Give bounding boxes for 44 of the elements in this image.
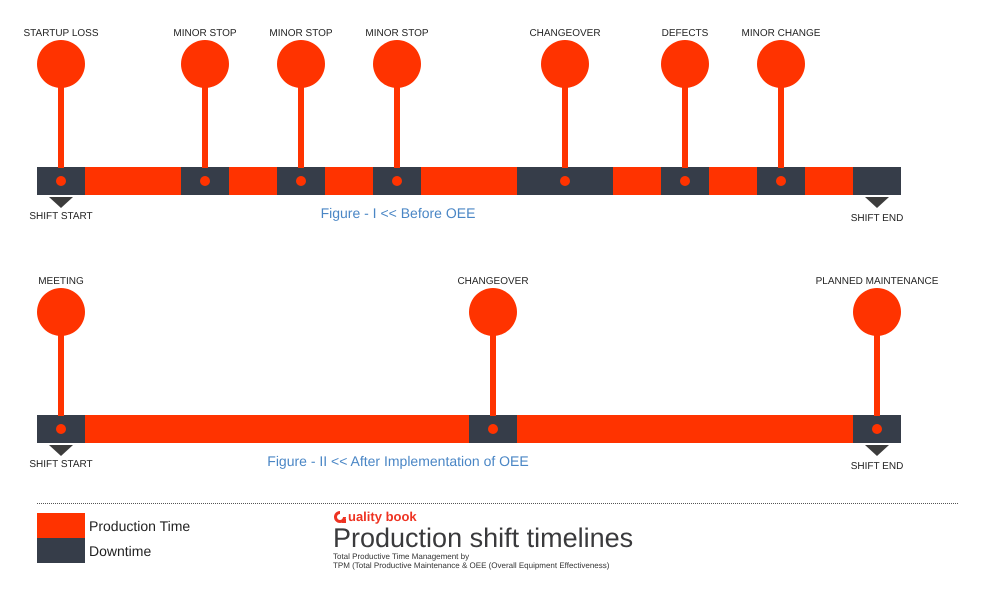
event-label: DEFECTS xyxy=(662,28,708,39)
legend-swatch xyxy=(37,538,85,563)
downtime-segment xyxy=(37,415,85,443)
shift-start-label: SHIFT START xyxy=(29,459,93,470)
subtitle-line: TPM (Total Productive Maintenance & OEE (Overall Equipment Effectiveness) xyxy=(333,561,610,570)
event-label: MINOR STOP xyxy=(173,28,237,39)
production-segment xyxy=(325,167,373,195)
downtime-segment xyxy=(757,167,805,195)
downtime-segment xyxy=(661,167,709,195)
shift-start-marker-icon xyxy=(49,445,73,456)
shift-end-marker-icon xyxy=(865,445,889,456)
event-label: CHANGEOVER xyxy=(529,28,601,39)
shift-start-label: SHIFT START xyxy=(29,211,93,222)
figure-caption: Figure - I << Before OEE xyxy=(320,205,476,221)
event-label: MEETING xyxy=(38,276,84,287)
event-label: CHANGEOVER xyxy=(457,276,529,287)
subtitle-line: Total Productive Time Management by xyxy=(333,552,470,561)
downtime-segment xyxy=(277,167,325,195)
legend-label: Downtime xyxy=(89,542,152,558)
event-label: STARTUP LOSS xyxy=(23,28,99,39)
shift-end-marker-icon xyxy=(865,197,889,208)
downtime-segment xyxy=(853,167,901,195)
brand-name: uality book xyxy=(348,509,417,524)
downtime-segment xyxy=(853,415,901,443)
production-segment xyxy=(709,167,757,195)
event-label: MINOR CHANGE xyxy=(742,28,820,39)
production-segment xyxy=(805,167,853,195)
logo-swirl-icon xyxy=(333,510,347,524)
downtime-segment xyxy=(37,167,85,195)
shift-start-marker-icon xyxy=(49,197,73,208)
shift-end-label: SHIFT END xyxy=(850,213,904,224)
legend-swatch xyxy=(37,513,85,538)
legend-label: Production Time xyxy=(89,518,190,534)
event-label: MINOR STOP xyxy=(365,28,429,39)
downtime-segment xyxy=(181,167,229,195)
downtime-segment xyxy=(469,415,517,443)
figure-caption: Figure - II << After Implementation of OEE xyxy=(267,453,529,469)
production-segment xyxy=(229,167,277,195)
downtime-segment xyxy=(373,167,421,195)
production-segment xyxy=(613,167,661,195)
shift-end-label: SHIFT END xyxy=(850,461,904,472)
event-label: PLANNED MAINTENANCE xyxy=(816,276,938,287)
page-title: Production shift timelines xyxy=(333,524,634,552)
event-label: MINOR STOP xyxy=(269,28,333,39)
